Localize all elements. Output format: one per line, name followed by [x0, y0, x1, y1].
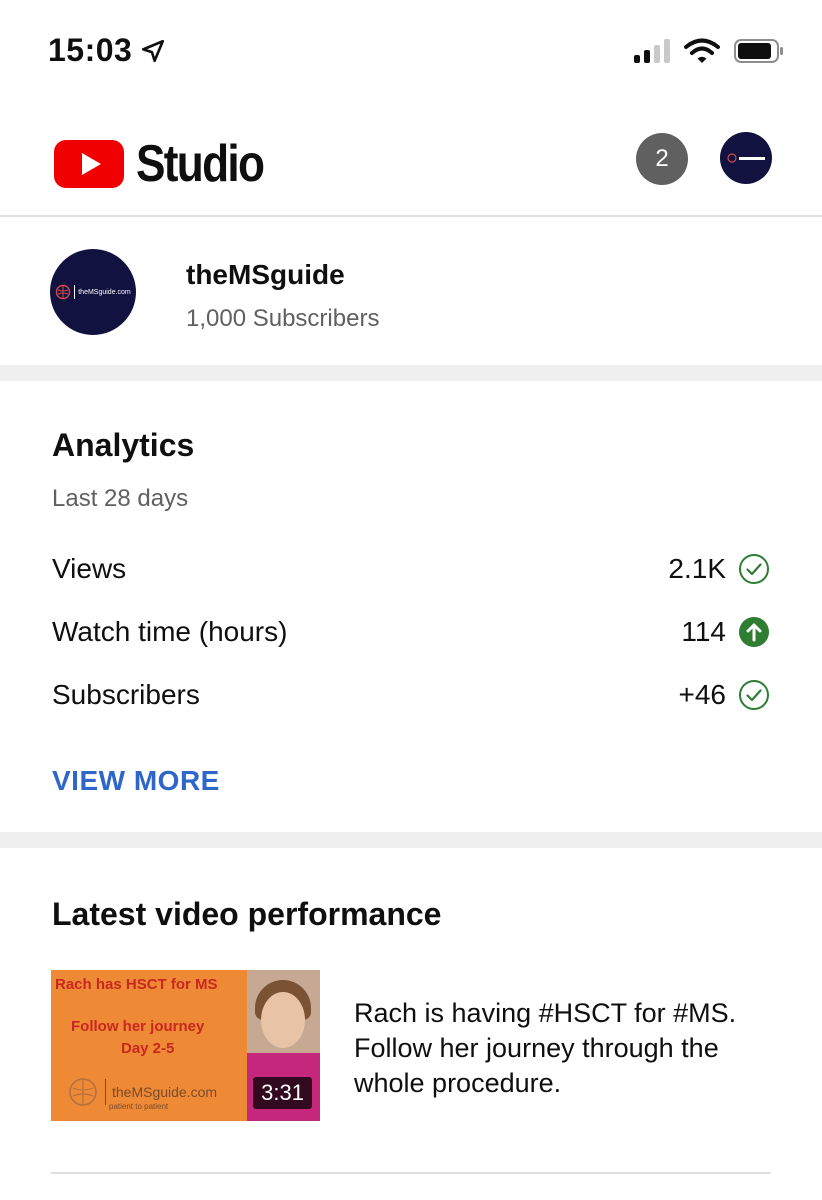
analytics-card: Analytics Last 28 days Views 2.1K Watch …	[0, 381, 822, 831]
location-arrow-icon	[142, 39, 165, 62]
channel-subscriber-count: 1,000 Subscribers	[186, 305, 380, 332]
channel-card[interactable]: theMSguide.com theMSguide 1,000 Subscrib…	[0, 217, 822, 365]
list-divider	[51, 1172, 771, 1174]
metric-label: Subscribers	[52, 679, 200, 710]
notification-count: 2	[655, 145, 669, 172]
check-circle-icon	[739, 680, 769, 710]
metric-label: Views	[52, 553, 127, 584]
brain-logo-icon	[727, 153, 765, 163]
video-title[interactable]: Rach is having #HSCT for #MS. Follow her…	[354, 996, 794, 1101]
youtube-studio-logo[interactable]: Studio	[54, 134, 286, 194]
brain-logo-icon	[56, 284, 71, 300]
thumbnail-text-line: Rach has HSCT for MS	[55, 976, 218, 993]
status-bar: 15:03	[0, 0, 822, 100]
studio-logo-text: Studio	[136, 135, 265, 193]
battery-icon	[734, 39, 783, 63]
metric-value: 2.1K	[668, 553, 726, 584]
video-thumbnail[interactable]: Rach has HSCT for MS Follow her journey …	[51, 970, 320, 1121]
thumbnail-text-line: Day 2-5	[121, 1040, 175, 1057]
analytics-period: Last 28 days	[52, 485, 189, 512]
metric-value: +46	[678, 679, 727, 710]
metric-row-views: Views 2.1K	[52, 549, 770, 589]
metric-label: Watch time (hours)	[52, 616, 288, 647]
thumbnail-brand-subtext: patient to patient	[109, 1102, 169, 1111]
channel-avatar-text: theMSguide.com	[78, 288, 131, 296]
notifications-button[interactable]: 2	[636, 133, 688, 185]
account-avatar-button[interactable]	[720, 132, 772, 184]
thumbnail-text-line: Follow her journey	[71, 1018, 205, 1035]
cellular-signal-icon	[634, 39, 670, 63]
status-icons	[634, 38, 784, 64]
metric-row-watch-time: Watch time (hours) 114	[52, 612, 770, 652]
brain-logo-icon	[69, 1078, 97, 1106]
video-duration-badge: 3:31	[253, 1077, 312, 1109]
arrow-up-circle-icon	[739, 617, 769, 647]
thumbnail-brand-text: theMSguide.com	[112, 1084, 218, 1100]
youtube-play-icon	[54, 140, 124, 188]
latest-video-card: Latest video performance Rach has HSCT f…	[0, 848, 822, 1200]
metric-row-subscribers: Subscribers +46	[52, 675, 770, 715]
metric-value: 114	[681, 616, 726, 647]
channel-name: theMSguide	[186, 259, 345, 290]
section-divider	[0, 365, 822, 381]
section-divider	[0, 832, 822, 848]
status-time-text: 15:03	[48, 32, 133, 68]
analytics-title: Analytics	[52, 427, 195, 463]
view-more-button[interactable]: VIEW MORE	[52, 765, 220, 797]
status-time: 15:03	[48, 32, 166, 69]
channel-avatar: theMSguide.com	[50, 249, 136, 335]
check-circle-icon	[739, 554, 769, 584]
latest-video-title: Latest video performance	[52, 896, 442, 932]
wifi-icon	[684, 38, 720, 63]
app-header: Studio 2	[0, 110, 822, 217]
